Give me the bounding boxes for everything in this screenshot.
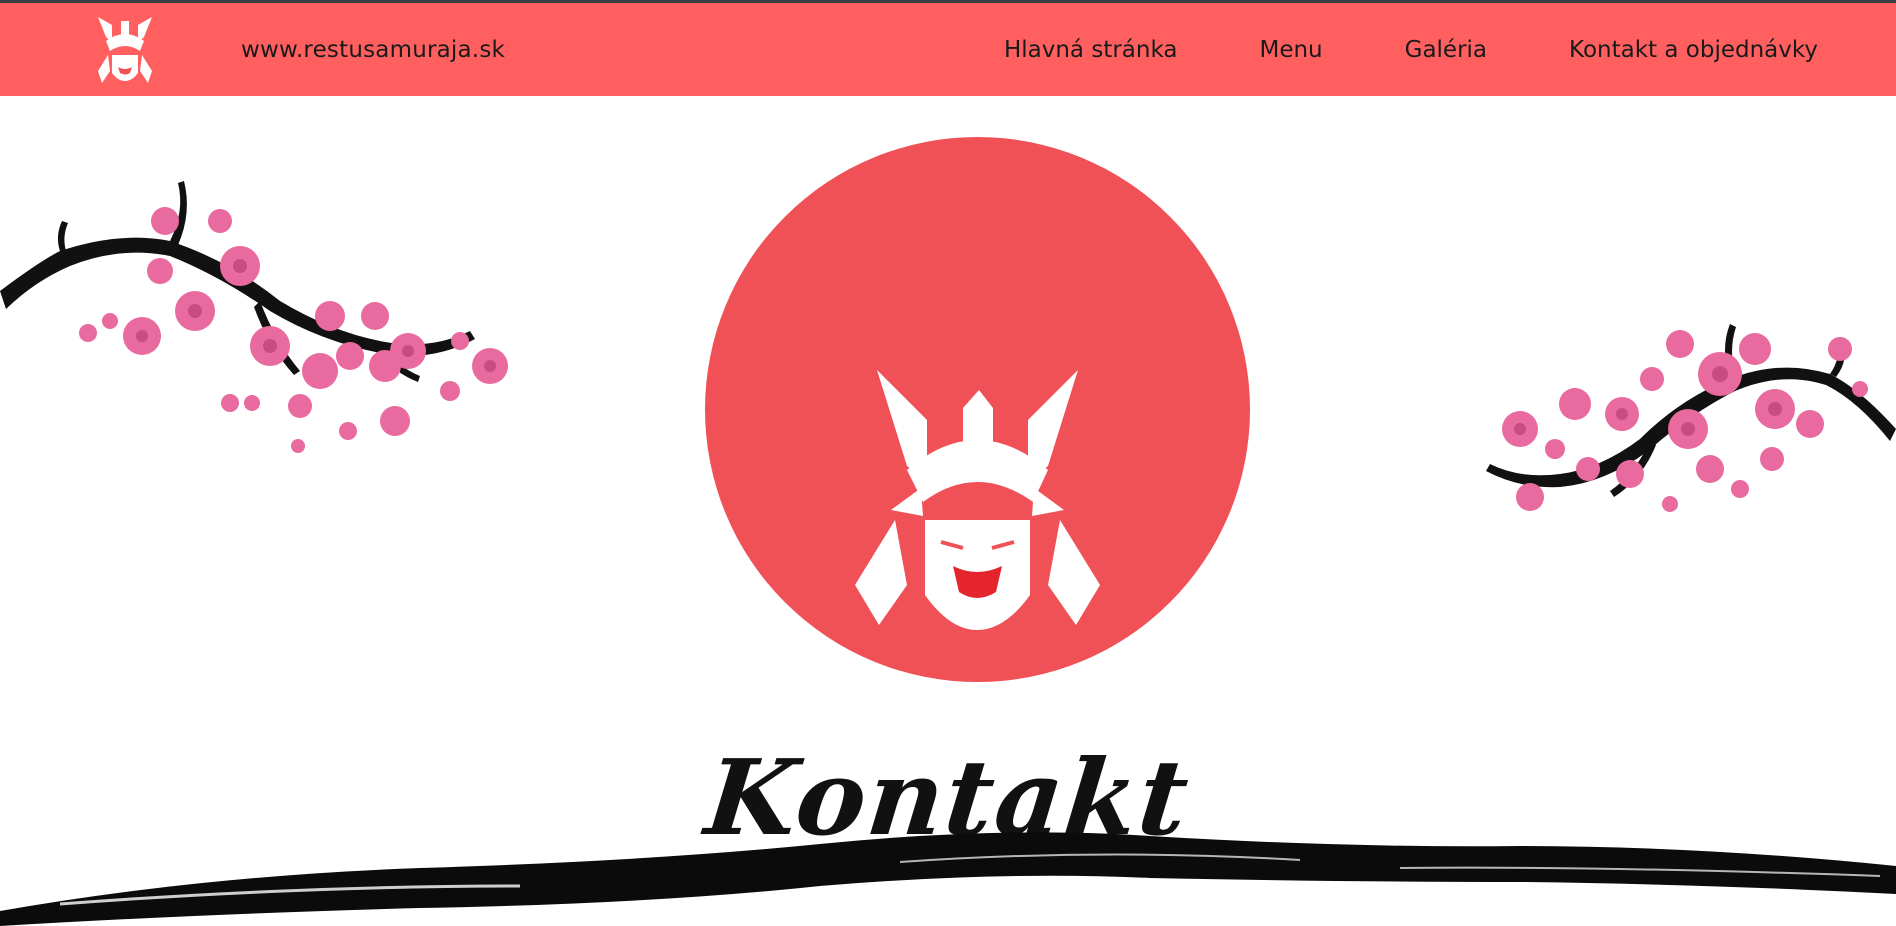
nav-item-gallery[interactable]: Galéria [1405, 37, 1487, 63]
nav-item-contact-orders[interactable]: Kontakt a objednávky [1569, 37, 1818, 63]
samurai-mask-icon [98, 17, 152, 83]
ink-brush-stroke [0, 832, 1896, 926]
site-header: www.restusamuraja.sk Hlavná stránka Menu… [0, 3, 1896, 96]
samurai-mask-icon [855, 370, 1100, 630]
cherry-blossom-branch-left [0, 181, 508, 453]
nav-item-menu[interactable]: Menu [1259, 37, 1322, 63]
cherry-blossom-branch-right [1486, 324, 1896, 512]
site-url-link[interactable]: www.restusamuraja.sk [241, 37, 505, 63]
nav-item-home[interactable]: Hlavná stránka [1004, 37, 1178, 63]
hero-section: Kontakt [0, 96, 1896, 926]
home-logo-link[interactable] [92, 15, 158, 87]
main-nav: Hlavná stránka Menu Galéria Kontakt a ob… [1004, 37, 1818, 63]
